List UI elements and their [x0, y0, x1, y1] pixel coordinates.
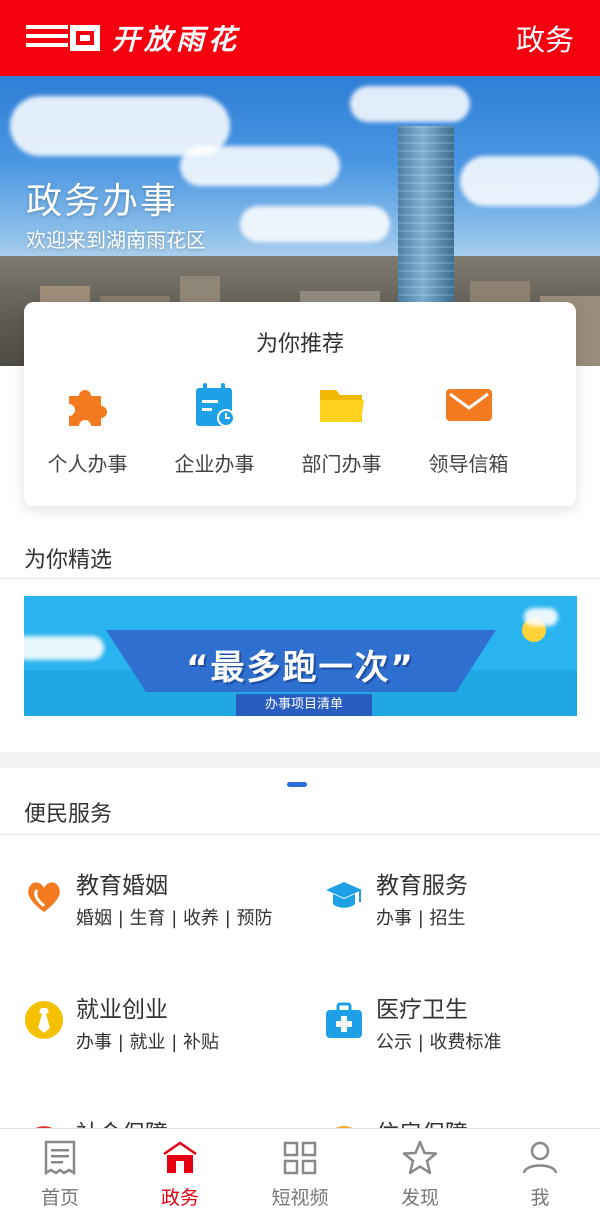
recommend-items: 个人办事 企业办事 部门办事 领导信箱: [24, 380, 576, 477]
header-section-label[interactable]: 政务: [516, 17, 574, 59]
service-title: 教育服务: [376, 873, 468, 899]
tab-label: 政务: [160, 1187, 199, 1209]
brand[interactable]: 开放雨花: [26, 18, 240, 58]
featured-title: 为你精选: [24, 548, 113, 573]
puzzle-icon: [63, 380, 113, 430]
calendar-clock-icon: [190, 380, 240, 430]
mail-icon: [444, 380, 494, 430]
recommend-item-label: 个人办事: [47, 452, 128, 476]
folder-icon: [317, 380, 367, 430]
top-header: 开放雨花 政务: [0, 0, 600, 76]
tab-label: 我: [530, 1187, 550, 1209]
recommend-title: 为你推荐: [255, 332, 344, 357]
section-gap: [0, 752, 600, 768]
cloud-decoration: [180, 146, 340, 186]
user-icon: [522, 1141, 558, 1174]
government-icon: [163, 1141, 197, 1173]
newspaper-icon: [44, 1140, 76, 1176]
tab-home[interactable]: 首页: [0, 1129, 120, 1211]
tab-label: 发现: [400, 1187, 439, 1209]
services-title: 便民服务: [24, 802, 113, 827]
divider: [0, 578, 600, 579]
heart-icon: [28, 882, 60, 912]
recommend-item-enterprise[interactable]: 企业办事: [151, 380, 278, 477]
banner-subtitle: 办事项目清单: [236, 694, 372, 716]
cloud-decoration: [240, 206, 390, 242]
service-item-marriage[interactable]: 教育婚姻 婚姻 | 生育 | 收养 | 预防: [0, 866, 300, 966]
brand-logo-icon: [26, 25, 100, 51]
tab-label: 首页: [40, 1187, 79, 1209]
cloud-decoration: [524, 608, 558, 626]
bottom-tab-bar: 首页 政务 短视频 发现 我: [0, 1128, 600, 1211]
cloud-decoration: [350, 86, 470, 122]
recommend-item-department[interactable]: 部门办事: [278, 380, 405, 477]
star-icon: [402, 1140, 438, 1175]
service-item-medical[interactable]: 医疗卫生 公示 | 收费标准: [300, 990, 600, 1090]
service-subtitle: 公示 | 收费标准: [376, 1032, 502, 1053]
tie-icon: [25, 1001, 63, 1039]
hero-subtitle: 欢迎来到湖南雨花区: [26, 228, 206, 252]
tab-label: 短视频: [271, 1187, 329, 1209]
recommend-item-personal[interactable]: 个人办事: [24, 380, 151, 477]
skyscraper-image: [398, 126, 454, 306]
tab-short-video[interactable]: 短视频: [240, 1129, 360, 1211]
hero-title: 政务办事: [26, 181, 179, 222]
service-title: 教育婚姻: [76, 873, 168, 899]
service-subtitle: 办事 | 招生: [376, 908, 466, 929]
tab-government[interactable]: 政务: [120, 1129, 240, 1211]
featured-banner[interactable]: “最多跑一次” 办事项目清单: [24, 596, 577, 716]
tab-me[interactable]: 我: [480, 1129, 600, 1211]
service-title: 就业创业: [76, 997, 168, 1023]
recommend-item-label: 部门办事: [301, 452, 382, 476]
medical-kit-icon: [326, 1002, 362, 1038]
cloud-decoration: [460, 156, 600, 206]
divider: [0, 834, 600, 835]
graduation-cap-icon: [326, 882, 362, 908]
recommend-item-mailbox[interactable]: 领导信箱: [405, 380, 532, 477]
brand-text: 开放雨花: [112, 23, 241, 56]
service-subtitle: 办事 | 就业 | 补贴: [76, 1032, 220, 1053]
service-item-employment[interactable]: 就业创业 办事 | 就业 | 补贴: [0, 990, 300, 1090]
banner-headline: “最多跑一次”: [186, 648, 415, 688]
service-title: 医疗卫生: [376, 997, 468, 1023]
service-subtitle: 婚姻 | 生育 | 收养 | 预防: [76, 908, 273, 929]
recommend-item-label: 领导信箱: [428, 452, 509, 476]
carousel-indicator[interactable]: [287, 782, 307, 787]
tab-discover[interactable]: 发现: [360, 1129, 480, 1211]
recommend-card: 为你推荐 个人办事 企业办事 部门办事 领导信箱: [24, 302, 576, 506]
grid-icon: [283, 1141, 317, 1175]
recommend-item-label: 企业办事: [174, 452, 255, 476]
service-item-education[interactable]: 教育服务 办事 | 招生: [300, 866, 600, 966]
